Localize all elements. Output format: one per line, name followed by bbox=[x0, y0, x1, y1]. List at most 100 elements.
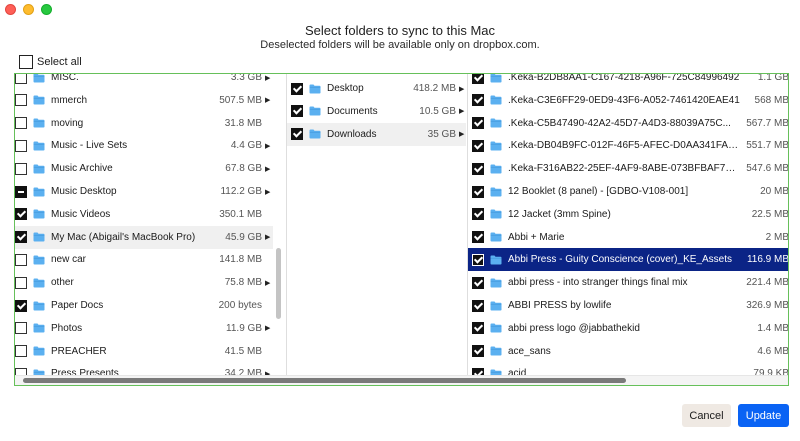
folder-checkbox[interactable] bbox=[15, 208, 27, 221]
folder-icon bbox=[490, 346, 502, 356]
folder-icon bbox=[490, 187, 502, 197]
folder-icon bbox=[490, 232, 502, 242]
chevron-right-icon[interactable]: ▶ bbox=[265, 279, 271, 287]
folder-row[interactable]: Downloads 35 GB ▶ bbox=[287, 122, 466, 146]
chevron-right-icon[interactable]: ▶ bbox=[459, 107, 465, 115]
folder-row[interactable]: MISC. 3.3 GB ▶ bbox=[15, 74, 273, 89]
folder-row[interactable]: .Keka-C3E6FF29-0ED9-43F6-A052-7461420EAE… bbox=[468, 89, 788, 112]
folder-checkbox[interactable] bbox=[472, 276, 484, 289]
folder-checkbox[interactable] bbox=[15, 94, 27, 107]
folder-row[interactable]: acid 79.9 KB bbox=[468, 362, 788, 376]
folder-name: abbi press logo @jabbathekid bbox=[508, 322, 640, 334]
folder-size: 3.3 GB bbox=[230, 74, 262, 83]
folder-name: Music - Live Sets bbox=[51, 140, 128, 152]
folder-size: 20 MB bbox=[760, 186, 789, 197]
folder-checkbox[interactable] bbox=[15, 299, 27, 312]
folder-name: .Keka-B2DB8AA1-C167-4218-A96F-725C849964… bbox=[508, 74, 740, 83]
folder-row[interactable]: abbi press logo @jabbathekid 1.4 MB bbox=[468, 317, 788, 340]
chevron-right-icon[interactable]: ▶ bbox=[265, 233, 271, 241]
folder-checkbox[interactable] bbox=[15, 231, 27, 244]
folder-checkbox[interactable] bbox=[15, 276, 27, 289]
select-all[interactable]: Select all bbox=[19, 55, 82, 69]
cancel-button[interactable]: Cancel bbox=[682, 404, 731, 427]
folder-name: moving bbox=[51, 117, 84, 129]
folder-icon bbox=[490, 141, 502, 151]
folder-checkbox[interactable] bbox=[472, 253, 484, 266]
folder-icon bbox=[33, 255, 45, 265]
folder-size: 326.9 MB bbox=[746, 300, 789, 311]
folder-row[interactable]: other 75.8 MB ▶ bbox=[15, 271, 273, 294]
folder-row[interactable]: abbi press - into stranger things final … bbox=[468, 271, 788, 294]
folder-checkbox[interactable] bbox=[472, 162, 484, 175]
select-all-checkbox[interactable] bbox=[19, 55, 33, 69]
folder-row[interactable]: Press Presents 34.2 MB ▶ bbox=[15, 362, 273, 376]
folder-row[interactable]: Documents 10.5 GB ▶ bbox=[287, 100, 466, 123]
chevron-right-icon[interactable]: ▶ bbox=[265, 74, 271, 82]
minimize-window-button[interactable] bbox=[23, 4, 34, 15]
folder-icon bbox=[33, 232, 45, 242]
window-controls bbox=[5, 4, 52, 15]
folder-row[interactable]: mmerch 507.5 MB ▶ bbox=[15, 89, 273, 112]
folder-size: 2 MB bbox=[765, 231, 789, 243]
folder-checkbox[interactable] bbox=[15, 139, 27, 152]
chevron-right-icon[interactable]: ▶ bbox=[459, 85, 465, 93]
update-button[interactable]: Update bbox=[738, 404, 789, 427]
folder-row[interactable]: 12 Jacket (3mm Spine) 22.5 MB bbox=[468, 203, 788, 226]
folder-checkbox[interactable] bbox=[472, 94, 484, 107]
folder-checkbox[interactable] bbox=[15, 162, 27, 175]
folder-row[interactable]: ace_sans 4.6 MB bbox=[468, 340, 788, 363]
folder-checkbox[interactable] bbox=[291, 82, 303, 95]
chevron-right-icon[interactable]: ▶ bbox=[265, 96, 271, 104]
folder-checkbox[interactable] bbox=[472, 322, 484, 335]
folder-checkbox[interactable] bbox=[291, 105, 303, 118]
folder-row[interactable]: Desktop 418.2 MB ▶ bbox=[287, 77, 466, 100]
folder-row[interactable]: Paper Docs 200 bytes bbox=[15, 294, 273, 317]
folder-checkbox[interactable] bbox=[15, 74, 27, 84]
folder-row[interactable]: PREACHER 41.5 MB bbox=[15, 340, 273, 363]
maximize-window-button[interactable] bbox=[41, 4, 52, 15]
folder-row[interactable]: new car 141.8 MB bbox=[15, 248, 273, 271]
chevron-right-icon[interactable]: ▶ bbox=[459, 130, 465, 138]
folder-checkbox[interactable] bbox=[472, 299, 484, 312]
folder-checkbox[interactable] bbox=[15, 345, 27, 358]
folder-checkbox[interactable] bbox=[15, 185, 27, 198]
horizontal-scrollbar[interactable] bbox=[23, 378, 626, 383]
folder-checkbox[interactable] bbox=[472, 231, 484, 244]
folder-checkbox[interactable] bbox=[472, 185, 484, 198]
folder-row[interactable]: .Keka-B2DB8AA1-C167-4218-A96F-725C849964… bbox=[468, 74, 788, 89]
column-1-scrollbar[interactable] bbox=[276, 248, 281, 319]
folder-row[interactable]: Music - Live Sets 4.4 GB ▶ bbox=[15, 134, 273, 157]
chevron-right-icon[interactable]: ▶ bbox=[265, 165, 271, 173]
chevron-right-icon[interactable]: ▶ bbox=[265, 324, 271, 332]
folder-row[interactable]: 12 Booklet (8 panel) - [GDBO-V108-001] 20… bbox=[468, 180, 789, 203]
folder-checkbox[interactable] bbox=[472, 139, 484, 152]
folder-row[interactable]: .Keka-C5B47490-42A2-45D7-A4D3-88039A75C.… bbox=[468, 112, 789, 135]
folder-checkbox[interactable] bbox=[472, 74, 484, 84]
folder-row[interactable]: Abbi Press - Guity Conscience (cover)_KE… bbox=[468, 248, 788, 272]
folder-checkbox[interactable] bbox=[472, 117, 484, 130]
folder-checkbox[interactable] bbox=[15, 322, 27, 335]
folder-row[interactable]: .Keka-F316AB22-25EF-4AF9-8ABE-073BFBAF73… bbox=[468, 157, 788, 180]
folder-row[interactable]: Music Desktop 112.2 GB ▶ bbox=[15, 180, 273, 203]
folder-row[interactable]: My Mac (Abigail's MacBook Pro) 45.9 GB ▶ bbox=[15, 225, 273, 249]
folder-name: Paper Docs bbox=[51, 300, 104, 311]
folder-name: My Mac (Abigail's MacBook Pro) bbox=[51, 231, 196, 243]
folder-row[interactable]: Music Videos 350.1 MB bbox=[15, 203, 273, 226]
folder-name: .Keka-F316AB22-25EF-4AF9-8ABE-073BFBAF73… bbox=[508, 163, 741, 175]
folder-row[interactable]: ABBI PRESS by lowlife 326.9 MB bbox=[468, 294, 789, 317]
folder-checkbox[interactable] bbox=[291, 128, 303, 141]
folder-row[interactable]: Music Archive 67.8 GB ▶ bbox=[15, 157, 273, 180]
folder-browser: MISC. 3.3 GB ▶ mmerch 507.5 MB ▶ moving 31.8 MB… bbox=[14, 73, 789, 386]
folder-checkbox[interactable] bbox=[15, 253, 27, 266]
folder-row[interactable]: .Keka-DB04B9FC-012F-46F5-AFEC-D0AA341FA7… bbox=[468, 134, 788, 157]
folder-row[interactable]: Photos 11.9 GB ▶ bbox=[15, 317, 273, 340]
folder-size: 567.7 MB bbox=[746, 117, 789, 129]
folder-row[interactable]: moving 31.8 MB bbox=[15, 112, 273, 135]
chevron-right-icon[interactable]: ▶ bbox=[265, 142, 271, 150]
chevron-right-icon[interactable]: ▶ bbox=[265, 188, 271, 196]
folder-checkbox[interactable] bbox=[472, 345, 484, 358]
close-window-button[interactable] bbox=[5, 4, 16, 15]
folder-checkbox[interactable] bbox=[15, 117, 27, 130]
folder-row[interactable]: Abbi + Marie 2 MB bbox=[468, 226, 789, 249]
folder-checkbox[interactable] bbox=[472, 208, 484, 221]
